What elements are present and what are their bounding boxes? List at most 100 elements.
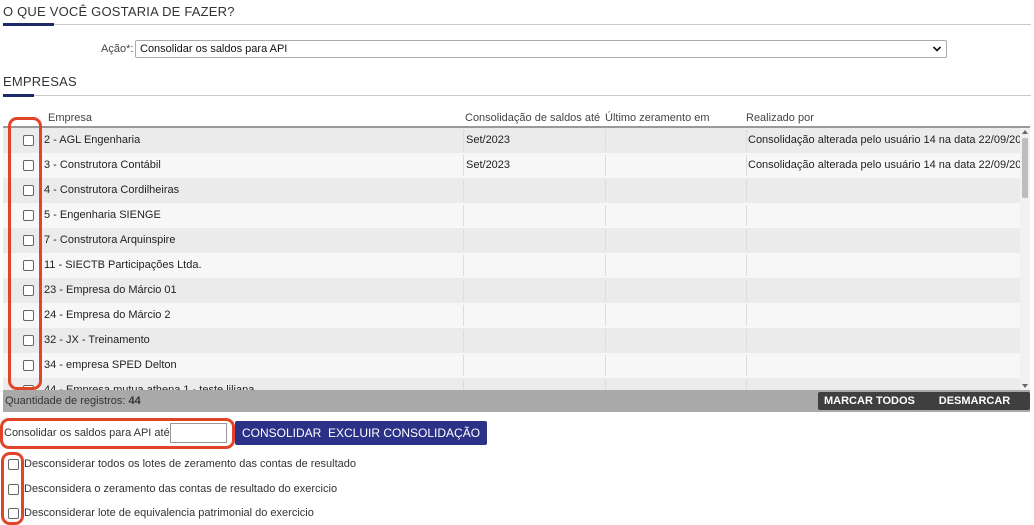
column-header-realizado-por[interactable]: Realizado por xyxy=(746,112,814,124)
option-label: Desconsiderar lote de equivalencia patri… xyxy=(24,507,314,519)
option-label: Desconsidera o zeramento das contas de r… xyxy=(24,483,338,495)
grid-footer: Quantidade de registros: 44 MARCAR TODOS… xyxy=(3,390,1030,425)
cell-divider xyxy=(463,355,464,376)
section-divider xyxy=(3,95,1031,96)
row-checkbox[interactable] xyxy=(23,260,34,271)
scroll-thumb[interactable] xyxy=(1022,138,1028,198)
scroll-up-arrow-icon[interactable] xyxy=(1022,130,1028,134)
table-row[interactable]: 23 - Empresa do Márcio 01 xyxy=(3,278,1020,303)
record-count: Quantidade de registros: 44 xyxy=(5,395,141,407)
grid-body: 2 - AGL Engenharia Set/2023 Consolidação a… xyxy=(3,128,1020,390)
column-header-ultimo-zeramento[interactable]: Último zeramento em xyxy=(605,112,710,124)
cell-divider xyxy=(605,280,606,301)
cell-divider xyxy=(605,255,606,276)
row-checkbox[interactable] xyxy=(23,135,34,146)
table-row[interactable]: 2 - AGL Engenharia Set/2023 Consolidação a… xyxy=(3,128,1020,153)
cell-empresa: 5 - Engenharia SIENGE xyxy=(44,209,161,221)
cell-divider xyxy=(746,180,747,201)
marcar-todos-button[interactable]: MARCAR TODOS xyxy=(818,392,921,410)
cell-divider xyxy=(605,330,606,351)
empresas-grid: Empresa Consolidação de saldos até Últim… xyxy=(3,108,1030,425)
cell-divider xyxy=(605,305,606,326)
cell-divider xyxy=(605,230,606,251)
acao-select[interactable]: Consolidar os saldos para API xyxy=(135,40,947,58)
cell-divider xyxy=(463,155,464,176)
table-row[interactable]: 44 - Empresa mutua athena 1 - teste lili… xyxy=(3,378,1020,390)
option-checkbox[interactable] xyxy=(8,508,19,519)
cell-divider xyxy=(746,280,747,301)
table-row[interactable]: 4 - Construtora Cordilheiras xyxy=(3,178,1020,203)
table-row[interactable]: 34 - empresa SPED Delton xyxy=(3,353,1020,378)
cell-consolidacao: Set/2023 xyxy=(466,159,511,171)
section-accent xyxy=(3,23,54,26)
row-checkbox[interactable] xyxy=(23,310,34,321)
row-checkbox[interactable] xyxy=(23,185,34,196)
cell-divider xyxy=(746,305,747,326)
cell-empresa: 23 - Empresa do Márcio 01 xyxy=(44,284,177,296)
cell-divider xyxy=(463,255,464,276)
cell-empresa: 7 - Construtora Arquinspire xyxy=(44,234,176,246)
chevron-down-icon xyxy=(932,46,942,52)
table-row[interactable]: 7 - Construtora Arquinspire xyxy=(3,228,1020,253)
acao-label: Ação*: xyxy=(101,43,134,55)
cell-divider xyxy=(746,355,747,376)
section-title-empresas: EMPRESAS xyxy=(3,74,77,89)
option-label: Desconsiderar todos os lotes de zerament… xyxy=(24,458,357,470)
section-title-acao: O QUE VOCÊ GOSTARIA DE FAZER? xyxy=(3,4,235,19)
cell-empresa: 32 - JX - Treinamento xyxy=(44,334,150,346)
row-checkbox[interactable] xyxy=(23,210,34,221)
table-row[interactable]: 32 - JX - Treinamento xyxy=(3,328,1020,353)
consolidar-button[interactable]: CONSOLIDAR xyxy=(235,421,329,445)
cell-divider xyxy=(605,380,606,390)
cell-empresa: 11 - SIECTB Participações Ltda. xyxy=(44,259,202,271)
cell-divider xyxy=(463,230,464,251)
table-row[interactable]: 11 - SIECTB Participações Ltda. xyxy=(3,253,1020,278)
table-row[interactable]: 24 - Empresa do Márcio 2 xyxy=(3,303,1020,328)
cell-divider xyxy=(605,180,606,201)
row-checkbox[interactable] xyxy=(23,335,34,346)
acao-selected-value: Consolidar os saldos para API xyxy=(140,43,288,55)
row-checkbox[interactable] xyxy=(23,235,34,246)
cell-divider xyxy=(746,330,747,351)
row-checkbox[interactable] xyxy=(23,360,34,371)
excluir-consolidacao-button[interactable]: EXCLUIR CONSOLIDAÇÃO xyxy=(321,421,488,445)
cell-consolidacao: Set/2023 xyxy=(466,134,511,146)
table-row[interactable]: 5 - Engenharia SIENGE xyxy=(3,203,1020,228)
option-checkbox[interactable] xyxy=(8,459,19,470)
cell-realizado-por: Consolidação alterada pelo usuário 14 na… xyxy=(748,134,1020,146)
cell-realizado-por: Consolidação alterada pelo usuário 14 na… xyxy=(748,159,1020,171)
cell-divider xyxy=(605,355,606,376)
option-checkbox[interactable] xyxy=(8,484,19,495)
row-checkbox[interactable] xyxy=(23,160,34,171)
column-header-empresa[interactable]: Empresa xyxy=(48,112,92,124)
cell-divider xyxy=(746,155,747,176)
cell-divider xyxy=(463,205,464,226)
grid-header: Empresa Consolidação de saldos até Últim… xyxy=(3,108,1030,128)
cell-divider xyxy=(463,330,464,351)
cell-divider xyxy=(463,130,464,151)
desmarcar-todos-button[interactable]: DESMARCAR TODOS xyxy=(919,392,1030,425)
column-header-consolidacao[interactable]: Consolidação de saldos até xyxy=(465,112,600,124)
cell-divider xyxy=(746,380,747,390)
section-accent xyxy=(3,94,34,97)
cell-empresa: 24 - Empresa do Márcio 2 xyxy=(44,309,171,321)
cell-empresa: 3 - Construtora Contábil xyxy=(44,159,161,171)
grid-scrollbar[interactable] xyxy=(1020,128,1030,390)
scroll-down-arrow-icon[interactable] xyxy=(1022,384,1028,388)
consolidar-label: Consolidar os saldos para API até: xyxy=(4,427,173,439)
cell-divider xyxy=(605,205,606,226)
section-divider xyxy=(3,24,1031,25)
cell-divider xyxy=(463,280,464,301)
cell-divider xyxy=(746,255,747,276)
cell-divider xyxy=(605,130,606,151)
cell-divider xyxy=(463,380,464,390)
row-checkbox[interactable] xyxy=(23,285,34,296)
table-row[interactable]: 3 - Construtora Contábil Set/2023 Consolid… xyxy=(3,153,1020,178)
consolidar-date-input[interactable] xyxy=(170,423,227,443)
cell-empresa: 4 - Construtora Cordilheiras xyxy=(44,184,180,196)
cell-divider xyxy=(746,130,747,151)
cell-divider xyxy=(605,155,606,176)
record-count-value: 44 xyxy=(128,395,141,407)
cell-divider xyxy=(463,305,464,326)
cell-empresa: 2 - AGL Engenharia xyxy=(44,134,141,146)
